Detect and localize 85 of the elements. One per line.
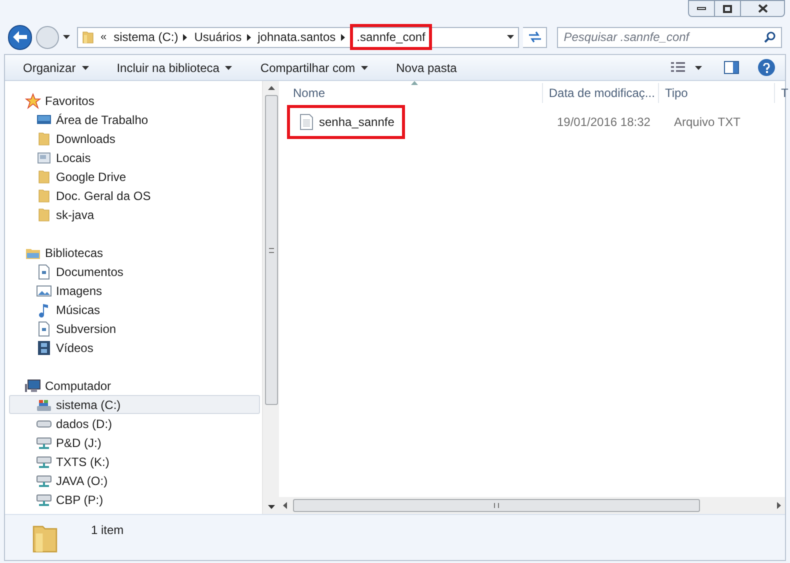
caret-icon: [225, 66, 232, 70]
back-button[interactable]: [8, 24, 32, 50]
nav-item[interactable]: CBP (P:): [9, 490, 260, 509]
nav-item[interactable]: Subversion: [9, 319, 260, 338]
scroll-thumb[interactable]: [293, 499, 700, 512]
help-icon: [763, 62, 770, 72]
sort-arrow-icon: [411, 81, 418, 85]
nav-item[interactable]: dados (D:): [9, 414, 260, 433]
toolbar-button[interactable]: Compartilhar com: [252, 56, 376, 78]
close-icon: [758, 4, 768, 13]
address-segment[interactable]: sistema (C:): [114, 28, 178, 46]
nav-item[interactable]: Vídeos: [9, 338, 260, 357]
folder-icon: [36, 188, 52, 204]
network-drive-icon: [36, 472, 52, 488]
folder-icon: [36, 130, 52, 146]
nav-item[interactable]: sk-java: [9, 205, 260, 224]
caret-icon: [268, 505, 274, 509]
nav-item[interactable]: P&D (J:): [9, 433, 260, 452]
drive-icon: [36, 420, 52, 428]
item-count: 1 item: [91, 522, 124, 539]
help-button[interactable]: [758, 59, 775, 76]
address-segment[interactable]: johnata.santos: [258, 28, 336, 46]
nav-item[interactable]: TXTS (K:): [9, 452, 260, 471]
scroll-up-icon: [268, 86, 274, 90]
caret-icon: [695, 66, 702, 70]
column-header[interactable]: Data de modificaç...: [542, 83, 659, 103]
maximize-button[interactable]: [715, 0, 741, 17]
caret-icon: [62, 35, 70, 39]
caret-icon: [82, 66, 89, 70]
text-file-icon: [300, 114, 313, 130]
column-header[interactable]: Tipo: [658, 83, 775, 103]
search-field[interactable]: Pesquisar .sannfe_conf: [556, 26, 782, 48]
nav-item[interactable]: JAVA (O:): [9, 471, 260, 490]
nav-item[interactable]: Imagens: [9, 281, 260, 300]
folder-icon: [81, 30, 96, 44]
toolbar-button[interactable]: Incluir na biblioteca: [108, 56, 240, 78]
chevron-icon: [183, 34, 188, 40]
nav-section-header[interactable]: Computador: [9, 376, 260, 395]
star-icon: [25, 92, 41, 108]
overflow-button[interactable]: «: [100, 28, 107, 46]
nav-item[interactable]: Doc. Geral da OS: [9, 186, 260, 205]
back-arrow-icon: [13, 31, 28, 43]
nav-item[interactable]: Músicas: [9, 300, 260, 319]
nav-item[interactable]: Locais: [9, 148, 260, 167]
scroll-left-icon: [283, 502, 287, 509]
type-cell-text: Arquivo TXT: [673, 114, 740, 131]
computer-icon: [25, 378, 41, 394]
list-view-icon: [671, 62, 685, 73]
panel-icon: [724, 61, 738, 74]
folder-icon: [36, 206, 52, 222]
scroll-thumb[interactable]: [264, 95, 278, 405]
folder-icon: [36, 168, 52, 184]
network-drive-icon: [36, 454, 52, 470]
preview-pane-button[interactable]: [722, 60, 740, 76]
nav-section-header[interactable]: Bibliotecas: [9, 243, 260, 262]
places-icon: [36, 150, 52, 166]
address-field[interactable]: « sistema (C:) Usuários johnata.santos .sannfe_conf: [77, 26, 520, 48]
chevron-icon: [246, 34, 251, 40]
nav-item[interactable]: Google Drive: [9, 167, 260, 186]
document-icon: [36, 320, 52, 336]
nav-item[interactable]: sistema (C:): [9, 395, 260, 414]
refresh-icon: [528, 31, 542, 43]
nav-item[interactable]: Área de Trabalho: [9, 110, 260, 129]
nav-item[interactable]: Documentos: [9, 262, 260, 281]
document-icon: [36, 264, 52, 280]
nav-section-header[interactable]: Favoritos: [9, 91, 260, 110]
network-drive-icon: [36, 492, 52, 508]
film-icon: [36, 340, 52, 356]
address-segment[interactable]: .sannfe_conf: [350, 24, 432, 50]
image-icon: [36, 282, 52, 298]
nav-item[interactable]: Downloads: [9, 129, 260, 148]
toolbar-button[interactable]: Organizar: [15, 56, 97, 78]
caret-icon: [507, 35, 514, 39]
date-cell-text: 19/01/2016 18:32: [556, 114, 652, 131]
toolbar-button[interactable]: Nova pasta: [388, 56, 465, 78]
close-button[interactable]: [741, 0, 785, 17]
chevron-icon: [340, 34, 345, 40]
scroll-right-icon: [777, 502, 781, 509]
address-segment[interactable]: Usuários: [194, 28, 242, 46]
refresh-button[interactable]: [523, 26, 547, 48]
file-item[interactable]: senha_sannfe: [287, 105, 405, 139]
search-icon: [764, 30, 776, 42]
caret-icon: [361, 66, 368, 70]
minimize-button[interactable]: [688, 0, 715, 17]
network-drive-icon: [36, 434, 52, 450]
